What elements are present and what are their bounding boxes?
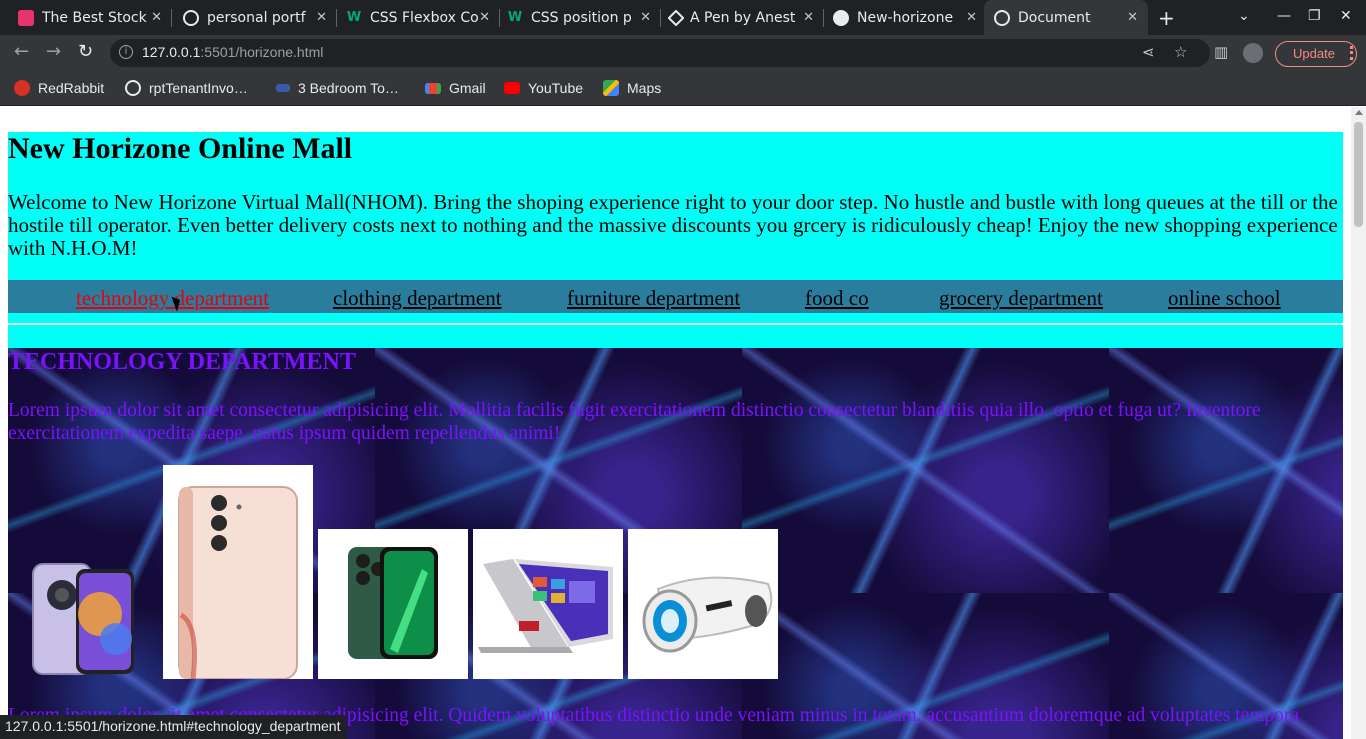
address-bar[interactable]: i 127.0.0.1:5501/horizone.html ⋖ ☆: [110, 39, 1210, 67]
tab-strip: The Best Stock ✕ personal portf ✕ W CSS …: [0, 0, 1366, 35]
tab-search-icon[interactable]: ⌄: [1238, 8, 1250, 24]
nav-link-grocery[interactable]: grocery department: [939, 286, 1103, 311]
product-image-hoverboard[interactable]: [628, 529, 778, 679]
side-panel-icon[interactable]: ▥: [1214, 43, 1228, 61]
product-image-smartphone-purple[interactable]: [8, 529, 158, 679]
bookmarks-bar: RedRabbit rptTenantInvo… 3 Bedroom To… G…: [0, 71, 1366, 106]
tab-active[interactable]: Document ✕: [984, 0, 1148, 35]
nav-link-food-co[interactable]: food co: [805, 286, 869, 311]
tab-title: CSS position p: [531, 9, 632, 26]
nav-link-furniture[interactable]: furniture department: [567, 286, 740, 311]
bookmark-maps[interactable]: Maps: [603, 71, 661, 105]
technology-section: TECHNOLOGY DEPARTMENT Lorem ipsum dolor …: [8, 348, 1343, 739]
bookmark-redrabbit[interactable]: RedRabbit: [14, 71, 104, 105]
update-button[interactable]: Update: [1275, 41, 1357, 67]
profile-avatar[interactable]: [1243, 43, 1263, 63]
section-heading: TECHNOLOGY DEPARTMENT: [8, 349, 356, 375]
page-scrollbar[interactable]: [1351, 107, 1366, 739]
tab-title: The Best Stock: [42, 9, 147, 26]
property-icon: [276, 84, 290, 92]
window-close-icon[interactable]: ✕: [1340, 8, 1352, 24]
tab-title: A Pen by Anest: [690, 9, 796, 26]
page-title: New Horizone Online Mall: [8, 132, 353, 165]
close-icon[interactable]: ✕: [151, 10, 162, 25]
github-icon: [833, 9, 849, 26]
browser-toolbar: ← → ↻ i 127.0.0.1:5501/horizone.html ⋖ ☆…: [0, 35, 1366, 71]
youtube-icon: [504, 82, 520, 94]
codepen-icon: [667, 9, 685, 26]
globe-icon: [994, 9, 1010, 26]
maximize-icon[interactable]: ❐: [1308, 8, 1321, 24]
intro-paragraph: Welcome to New Horizone Virtual Mall(NHO…: [8, 190, 1338, 260]
close-icon[interactable]: ✕: [640, 10, 651, 25]
product-image-laptop[interactable]: [473, 529, 623, 679]
tab-title: personal portf: [207, 9, 306, 26]
menu-icon[interactable]: [1350, 46, 1353, 60]
close-icon[interactable]: ✕: [316, 10, 327, 25]
tab-title: New-horizone: [857, 9, 954, 26]
redrabbit-icon: [14, 80, 30, 96]
url-text[interactable]: 127.0.0.1:5501/horizone.html: [142, 44, 323, 60]
globe-icon: [183, 9, 199, 26]
tab-2[interactable]: personal portf ✕: [173, 0, 337, 35]
tab-title: Document: [1018, 9, 1091, 26]
close-icon[interactable]: ✕: [966, 10, 977, 25]
section-divider: [8, 313, 1343, 348]
minimize-icon[interactable]: —: [1277, 8, 1291, 24]
site-info-icon[interactable]: i: [119, 45, 133, 59]
status-url-bubble: 127.0.0.1:5501/horizone.html#technology_…: [0, 715, 348, 739]
w3schools-icon: W: [507, 9, 523, 25]
bookmark-rpttenantinvoice[interactable]: rptTenantInvo…: [125, 71, 248, 105]
w3schools-icon: W: [346, 9, 362, 25]
page-viewport: New Horizone Online Mall Welcome to New …: [0, 107, 1351, 739]
tab-1[interactable]: The Best Stock ✕: [8, 0, 172, 35]
new-tab-button[interactable]: +: [1158, 6, 1175, 30]
product-image-smartphone-pink[interactable]: [163, 465, 313, 679]
department-nav: technology department clothing departmen…: [8, 280, 1343, 313]
gmail-icon: [425, 82, 441, 94]
close-icon[interactable]: ✕: [479, 10, 490, 25]
globe-icon: [125, 80, 141, 96]
nav-link-clothing[interactable]: clothing department: [333, 286, 502, 311]
bookmark-star-icon[interactable]: ☆: [1174, 43, 1187, 61]
bookmark-3-bedroom[interactable]: 3 Bedroom To…: [276, 71, 399, 105]
tab-4[interactable]: W CSS position p ✕: [497, 0, 661, 35]
pink-app-icon: [18, 9, 34, 26]
scroll-up-icon[interactable]: [1355, 110, 1363, 115]
close-icon[interactable]: ✕: [803, 10, 814, 25]
product-image-iphone-green[interactable]: [318, 529, 468, 679]
back-icon[interactable]: ←: [14, 41, 29, 62]
tab-5[interactable]: A Pen by Anest ✕: [660, 0, 824, 35]
scrollbar-thumb[interactable]: [1354, 122, 1363, 227]
reload-icon[interactable]: ↻: [78, 41, 93, 62]
nav-link-online-school[interactable]: online school: [1168, 286, 1281, 311]
hero-section: New Horizone Online Mall Welcome to New …: [8, 132, 1343, 280]
bookmark-youtube[interactable]: YouTube: [504, 71, 583, 105]
share-icon[interactable]: ⋖: [1142, 43, 1155, 61]
close-icon[interactable]: ✕: [1127, 10, 1138, 25]
tab-6[interactable]: New-horizone ✕: [823, 0, 987, 35]
forward-icon[interactable]: →: [46, 41, 61, 62]
maps-icon: [603, 80, 619, 96]
tab-title: CSS Flexbox Co: [370, 9, 479, 26]
section-paragraph: Lorem ipsum dolor sit amet consectetur a…: [8, 400, 1261, 444]
tab-3[interactable]: W CSS Flexbox Co ✕: [336, 0, 500, 35]
bookmark-gmail[interactable]: Gmail: [425, 71, 486, 105]
